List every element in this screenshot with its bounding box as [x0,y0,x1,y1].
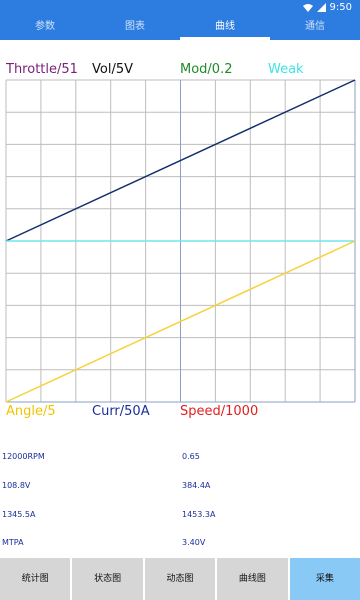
curve-chart: Throttle/51 Vol/5V Mod/0.2 Weak Angle/5 … [0,40,360,420]
tab-charts[interactable]: 图表 [90,16,180,40]
legend-throttle: Throttle/51 [6,62,78,77]
state-chart-button[interactable]: 状态图 [72,558,143,600]
tab-comm[interactable]: 通信 [270,16,360,40]
readout-voltage-2: 3.40V [182,538,206,547]
legend-speed: Speed/1000 [180,404,259,419]
legend-vol: Vol/5V [92,62,133,77]
readout-mod-value: 0.65 [182,452,200,461]
chart-plot [5,79,356,403]
readout-voltage: 108.8V [2,481,31,490]
legend-angle: Angle/5 [6,404,56,419]
signal-icon [316,3,326,12]
status-bar: 9:50 [0,0,360,16]
capture-button[interactable]: 采集 [289,558,360,600]
wifi-icon [302,4,313,12]
bottom-button-bar: 统计图 状态图 动态图 曲线图 采集 [0,558,360,600]
dynamic-chart-button[interactable]: 动态图 [144,558,216,600]
readout-current-2: 1345.5A [2,510,36,519]
readout-current-3: 1453.3A [182,510,216,519]
legend-curr: Curr/50A [92,404,150,419]
readout-rpm: 12000RPM [2,452,45,461]
legend-mod: Mod/0.2 [180,62,233,77]
stats-chart-button[interactable]: 统计图 [0,558,71,600]
curve-chart-button[interactable]: 曲线图 [217,558,288,600]
tab-params[interactable]: 参数 [0,16,90,40]
legend-weak: Weak [268,62,304,77]
top-tab-bar: 参数 图表 曲线 通信 [0,16,360,40]
tab-curves[interactable]: 曲线 [180,16,270,40]
readout-current-1: 384.4A [182,481,211,490]
status-icons: 9:50 [302,2,352,13]
readout-mode: MTPA [2,538,24,547]
status-time-label: 9:50 [329,2,352,13]
